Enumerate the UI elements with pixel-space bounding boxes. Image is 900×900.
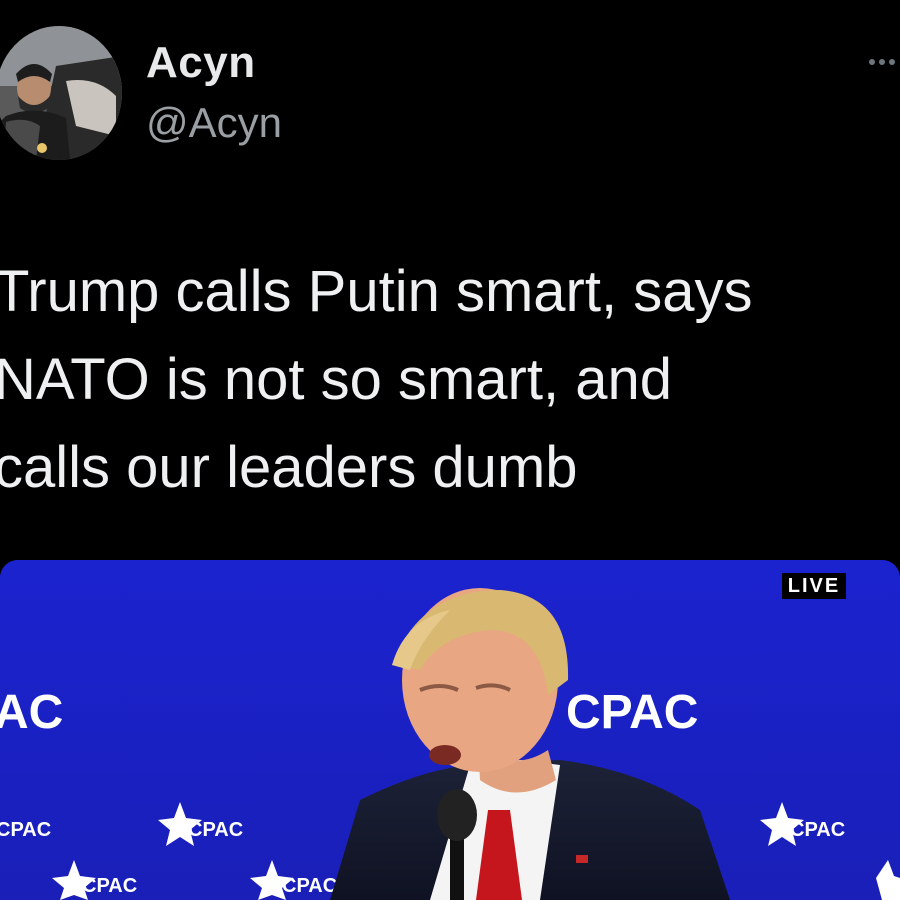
tweet-text-line: NATO is not so smart, and — [0, 347, 672, 412]
video-frame: AC CPAC CPAC CPAC CPAC CPAC CPAC — [0, 560, 900, 900]
tweet-media-video[interactable]: AC CPAC CPAC CPAC CPAC CPAC CPAC — [0, 560, 900, 900]
live-badge: LIVE — [782, 573, 846, 599]
tweet-text-line: Trump calls Putin smart, says — [0, 259, 753, 324]
more-horizontal-icon — [869, 59, 895, 65]
tweet-text: Trump calls Putin smart, says NATO is no… — [0, 248, 894, 512]
tweet-text-line: calls our leaders dumb — [0, 435, 578, 500]
more-options-button[interactable] — [864, 50, 900, 74]
author-handle[interactable]: @Acyn — [146, 99, 282, 147]
user-avatar[interactable] — [0, 26, 122, 160]
avatar-photo — [0, 26, 122, 160]
backdrop-logo: CPAC — [0, 819, 51, 841]
stage-logo-left: AC — [0, 686, 63, 739]
author-display-name[interactable]: Acyn — [146, 38, 256, 88]
stage-logo-center: CPAC — [566, 686, 698, 739]
